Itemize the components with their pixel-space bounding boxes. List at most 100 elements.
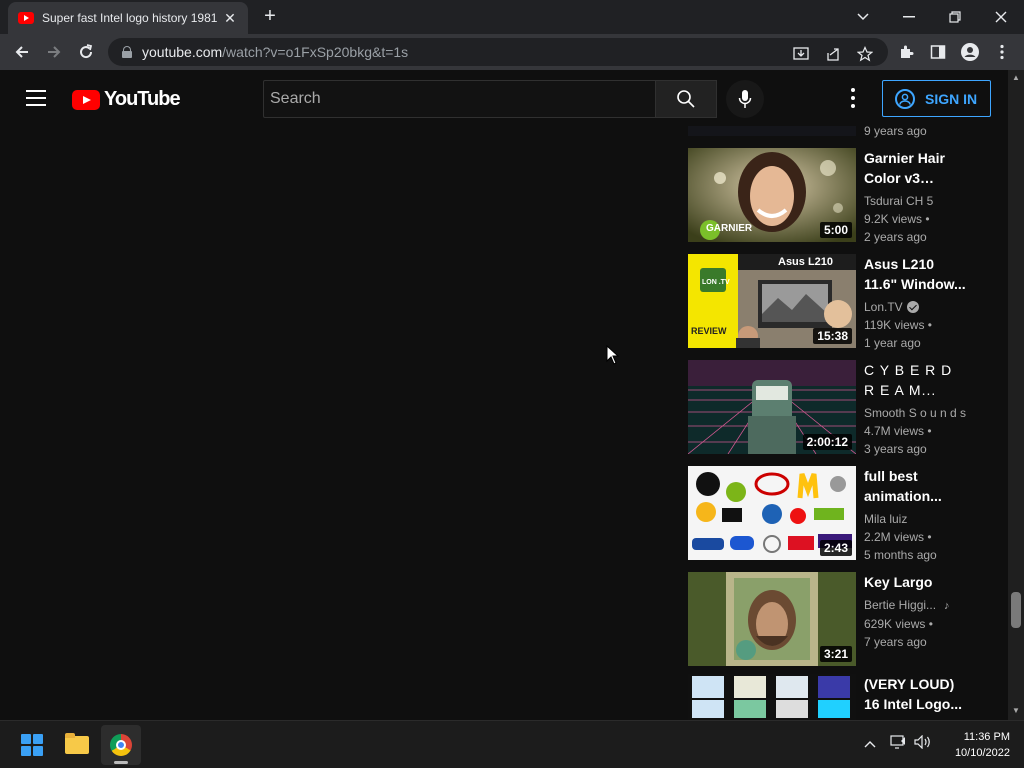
file-explorer-button[interactable] bbox=[57, 725, 97, 765]
video-age: 7 years ago bbox=[864, 635, 927, 649]
video-age: 9 years ago bbox=[864, 126, 927, 138]
video-duration: 15:38 bbox=[813, 328, 852, 344]
chrome-taskbar-button[interactable] bbox=[101, 725, 141, 765]
channel-name[interactable]: Mila luiz bbox=[864, 510, 968, 528]
clock-date: 10/10/2022 bbox=[954, 747, 1010, 759]
channel-name-row[interactable]: Lon.TV bbox=[864, 298, 968, 316]
video-title[interactable]: (VERY LOUD) 16 Intel Logo... bbox=[864, 674, 968, 714]
video-duration: 3:21 bbox=[819, 646, 852, 662]
video-title[interactable]: Garnier Hair Color v3 Logo... bbox=[864, 148, 968, 188]
video-thumbnail[interactable]: 2:43 bbox=[688, 466, 856, 560]
music-note-icon: ♪ bbox=[944, 600, 950, 612]
video-thumbnail[interactable]: 2:00:12 bbox=[688, 360, 856, 454]
video-duration: 2:43 bbox=[819, 540, 852, 556]
new-tab-button[interactable]: + bbox=[260, 6, 280, 26]
video-thumbnail[interactable] bbox=[688, 126, 856, 136]
search-icon bbox=[677, 90, 695, 108]
related-video-item[interactable]: 3:21 Key Largo Bertie Higgi... ♪ 629K vie… bbox=[688, 572, 1008, 666]
reload-button[interactable] bbox=[74, 40, 98, 64]
clock-time: 11:36 PM bbox=[963, 731, 1010, 743]
system-clock[interactable]: 11:36 PM 10/10/2022 bbox=[940, 729, 1010, 761]
browser-tab[interactable]: Super fast Intel logo history 1981 ✕ bbox=[8, 2, 248, 34]
video-thumbnail[interactable]: 3:21 bbox=[688, 572, 856, 666]
video-age: 3 years ago bbox=[864, 442, 927, 456]
youtube-wordmark: YouTube bbox=[104, 88, 181, 110]
video-views: 2.2M views • bbox=[864, 530, 932, 544]
close-window-button[interactable] bbox=[978, 0, 1024, 34]
related-video-item[interactable]: GARNIER 5:00 Garnier Hair Color v3 Logo.… bbox=[688, 148, 1008, 244]
browser-tab-strip: Super fast Intel logo history 1981 ✕ + bbox=[0, 0, 1024, 34]
related-video-item[interactable]: (VERY LOUD) 16 Intel Logo... bbox=[688, 674, 1008, 720]
video-thumbnail[interactable]: GARNIER 5:00 bbox=[688, 148, 856, 242]
related-video-item[interactable]: 2:00:12 C Y B E R D R E A M... Smooth S … bbox=[688, 360, 1008, 456]
youtube-logo[interactable]: YouTube bbox=[72, 88, 181, 111]
scroll-up-arrow-icon[interactable]: ▲ bbox=[1008, 72, 1024, 84]
video-info: Asus L210 11.6" Window... Lon.TV 119K vi… bbox=[864, 254, 968, 352]
search-input[interactable]: Search bbox=[263, 80, 655, 118]
volume-icon[interactable] bbox=[913, 734, 933, 752]
guide-menu-icon[interactable] bbox=[26, 90, 46, 106]
video-title[interactable]: Asus L210 11.6" Window... bbox=[864, 254, 968, 294]
search-button[interactable] bbox=[655, 80, 717, 118]
restore-button[interactable] bbox=[932, 0, 978, 34]
network-icon[interactable] bbox=[888, 735, 908, 752]
settings-more-icon[interactable] bbox=[846, 88, 860, 108]
voice-search-button[interactable] bbox=[726, 80, 764, 118]
video-info: C Y B E R D R E A M... Smooth S o u n d … bbox=[864, 360, 968, 458]
channel-name[interactable]: Bertie Higgi... bbox=[864, 598, 936, 612]
extensions-icon[interactable] bbox=[894, 40, 918, 64]
video-views: 4.7M views • bbox=[864, 424, 932, 438]
scrollbar-thumb[interactable] bbox=[1011, 592, 1021, 628]
video-title[interactable]: Key Largo bbox=[864, 572, 968, 592]
address-bar[interactable]: youtube.com/watch?v=o1FxSp20bkg&t=1s bbox=[108, 38, 888, 66]
lock-icon[interactable] bbox=[122, 46, 132, 58]
microphone-icon bbox=[738, 90, 752, 108]
sign-in-button[interactable]: SIGN IN bbox=[882, 80, 991, 117]
video-age: 1 year ago bbox=[864, 336, 921, 350]
bookmark-star-icon[interactable] bbox=[856, 46, 874, 64]
video-views: 119K views • bbox=[864, 318, 933, 332]
folder-icon bbox=[65, 733, 89, 754]
url-path: /watch?v=o1FxSp20bkg&t=1s bbox=[222, 44, 409, 60]
screen: Super fast Intel logo history 1981 ✕ + y… bbox=[0, 0, 1024, 768]
chrome-icon bbox=[110, 734, 132, 756]
install-app-icon[interactable] bbox=[792, 46, 810, 64]
video-views: 629K views • bbox=[864, 617, 933, 631]
video-age: 5 months ago bbox=[864, 548, 937, 562]
back-button[interactable] bbox=[10, 40, 34, 64]
side-panel-icon[interactable] bbox=[926, 40, 950, 64]
show-hidden-icons-icon[interactable] bbox=[860, 735, 880, 751]
video-title[interactable]: full best animation... bbox=[864, 466, 968, 506]
minimize-button[interactable] bbox=[886, 0, 932, 34]
video-player-area[interactable] bbox=[0, 126, 680, 720]
video-info: full best animation... Mila luiz 2.2M vi… bbox=[864, 466, 968, 564]
related-video-item[interactable]: 2:43 full best animation... Mila luiz 2.… bbox=[688, 466, 1008, 562]
browser-menu-icon[interactable] bbox=[990, 40, 1014, 64]
channel-name[interactable]: Lon.TV bbox=[864, 300, 903, 314]
channel-name[interactable]: Smooth S o u n d s bbox=[864, 404, 968, 422]
video-thumbnail[interactable]: Asus L210 LON .TV REVIEW 15:38 bbox=[688, 254, 856, 348]
channel-name-row[interactable]: Bertie Higgi... ♪ bbox=[864, 596, 968, 615]
thumbnail-text: GARNIER bbox=[706, 223, 753, 234]
share-icon[interactable] bbox=[824, 46, 842, 64]
video-views: 9.2K views • bbox=[864, 212, 930, 226]
active-app-indicator bbox=[114, 761, 128, 764]
channel-name[interactable]: Tsdurai CH 5 bbox=[864, 192, 968, 210]
video-thumbnail[interactable] bbox=[688, 674, 856, 720]
verified-badge-icon bbox=[906, 301, 919, 313]
forward-button[interactable] bbox=[42, 40, 66, 64]
related-videos-list: 9 years ago GARNIER 5:00 Garnier Hair Co… bbox=[688, 126, 1008, 720]
thumbnail-review-text: REVIEW bbox=[691, 326, 727, 336]
youtube-masthead: YouTube Search SIGN IN bbox=[0, 70, 1008, 126]
windows-logo-icon bbox=[21, 734, 43, 756]
start-button[interactable] bbox=[12, 725, 52, 765]
scroll-down-arrow-icon[interactable]: ▼ bbox=[1008, 704, 1024, 718]
tab-search-icon[interactable] bbox=[840, 0, 886, 34]
tab-close-icon[interactable]: ✕ bbox=[222, 10, 238, 27]
profile-icon[interactable] bbox=[958, 40, 982, 64]
url-host: youtube.com bbox=[142, 44, 223, 60]
video-duration: 5:00 bbox=[819, 222, 852, 238]
video-title[interactable]: C Y B E R D R E A M... bbox=[864, 360, 968, 400]
video-age: 2 years ago bbox=[864, 230, 927, 244]
related-video-item[interactable]: Asus L210 LON .TV REVIEW 15:38 Asus L210… bbox=[688, 254, 1008, 350]
